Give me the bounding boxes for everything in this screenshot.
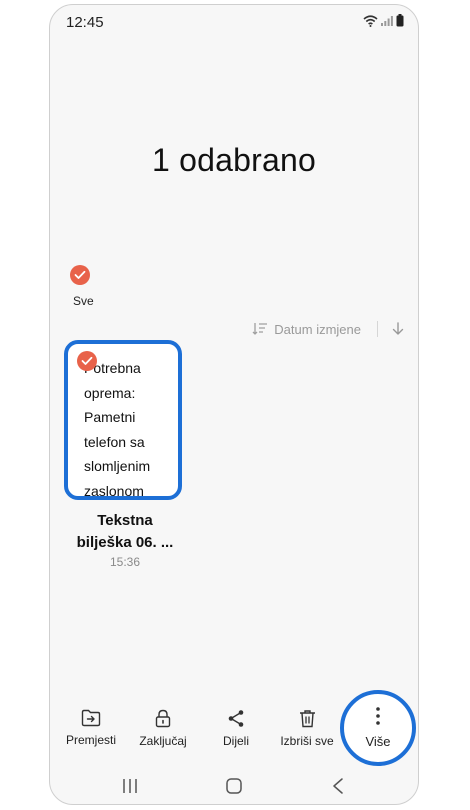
checkmark-icon [70,265,90,285]
back-icon[interactable] [332,778,344,794]
arrow-down-icon[interactable] [392,322,404,336]
status-bar: 12:45 [50,5,418,39]
note-preview-line: telefon sa [84,433,145,450]
wifi-icon [363,14,378,27]
note-title: Tekstna bilješka 06. ... [60,510,190,554]
lock-button[interactable]: Zaključaj [136,709,190,748]
page-title: 1 odabrano [152,142,316,178]
move-button[interactable]: Premjesti [65,709,117,747]
sort-divider [377,321,378,337]
sort-row: Datum izmjene [252,321,404,337]
more-label: Više [365,734,391,749]
note-preview-line: Pametni [84,409,136,425]
sort-label: Datum izmjene [274,321,361,337]
note-time: 15:36 [109,555,141,569]
select-all-label: Sve [73,294,94,308]
navigation-bar [50,773,418,803]
sort-by-button[interactable]: Datum izmjene [252,322,361,337]
lock-icon [155,709,171,728]
status-time: 12:45 [66,14,104,31]
share-icon [228,710,244,727]
delete-all-button[interactable]: Izbriši sve [277,709,337,748]
more-vertical-icon [376,707,380,725]
note-title-line: bilješka 06. ... [76,534,174,551]
phone-screen: 12:45 1 odabrano Sve Datum izmjene Potre… [49,4,419,805]
note-card[interactable]: Potrebna oprema: Pametni telefon sa slom… [64,340,182,500]
battery-icon [396,14,404,27]
note-title-line: Tekstna [97,512,153,529]
home-icon[interactable] [226,778,242,794]
note-preview-line: Potrebna [84,360,141,376]
delete-all-label: Izbriši sve [280,734,334,748]
move-folder-icon [81,709,101,727]
trash-icon [299,710,315,728]
note-checkbox[interactable] [77,351,97,371]
signal-icon [381,16,393,26]
share-label: Dijeli [222,734,249,748]
checkmark-icon [81,356,93,365]
more-button[interactable]: Više [340,690,416,766]
lock-label: Zaključaj [139,734,187,748]
note-preview-line: zaslonom [84,482,144,499]
sort-icon [252,323,268,335]
move-label: Premjesti [65,733,116,747]
status-icons [363,14,404,27]
share-button[interactable]: Dijeli [216,709,256,748]
note-preview-line: oprema: [84,384,136,401]
note-preview-line: slomljenim [84,458,151,474]
note-preview: Potrebna oprema: Pametni telefon sa slom… [84,356,176,503]
select-all-checkbox[interactable] [70,265,96,285]
recent-apps-icon[interactable] [122,778,138,794]
